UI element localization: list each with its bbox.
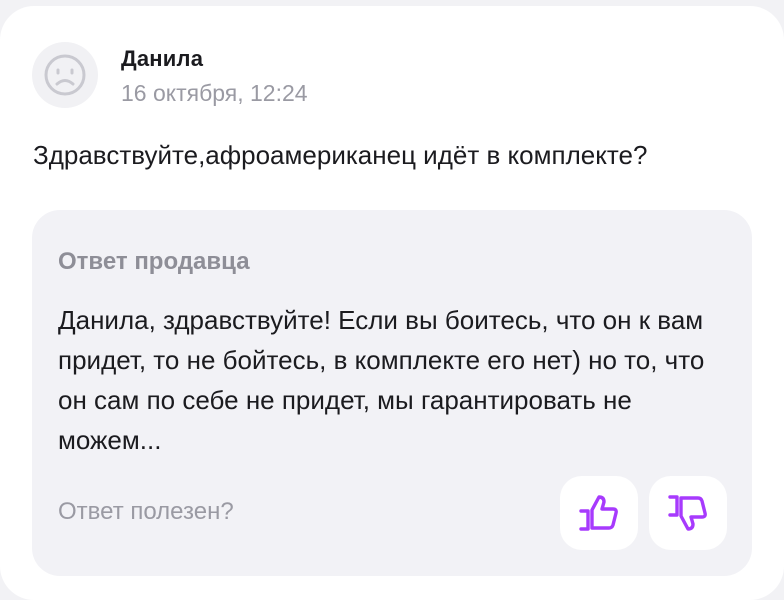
thumbs-up-icon bbox=[579, 495, 618, 531]
avatar[interactable] bbox=[32, 42, 98, 108]
review-date: 16 октября, 12:24 bbox=[121, 80, 308, 106]
helpful-label: Ответ полезен? bbox=[58, 498, 234, 525]
author-name[interactable]: Данила bbox=[121, 46, 203, 72]
like-button[interactable] bbox=[560, 476, 638, 550]
review-text: Здравствуйте,афроамериканец идёт в компл… bbox=[33, 140, 648, 170]
dislike-button[interactable] bbox=[649, 476, 727, 550]
seller-answer-text: Данила, здравствуйте! Если вы боитесь, ч… bbox=[58, 305, 705, 455]
sad-face-icon bbox=[44, 54, 86, 96]
thumbs-down-icon bbox=[668, 495, 707, 531]
seller-answer: Ответ продавца Данила, здравствуйте! Есл… bbox=[32, 210, 752, 576]
review-card: Данила 16 октября, 12:24 Здравствуйте,аф… bbox=[0, 6, 784, 600]
seller-answer-title: Ответ продавца bbox=[58, 248, 250, 275]
